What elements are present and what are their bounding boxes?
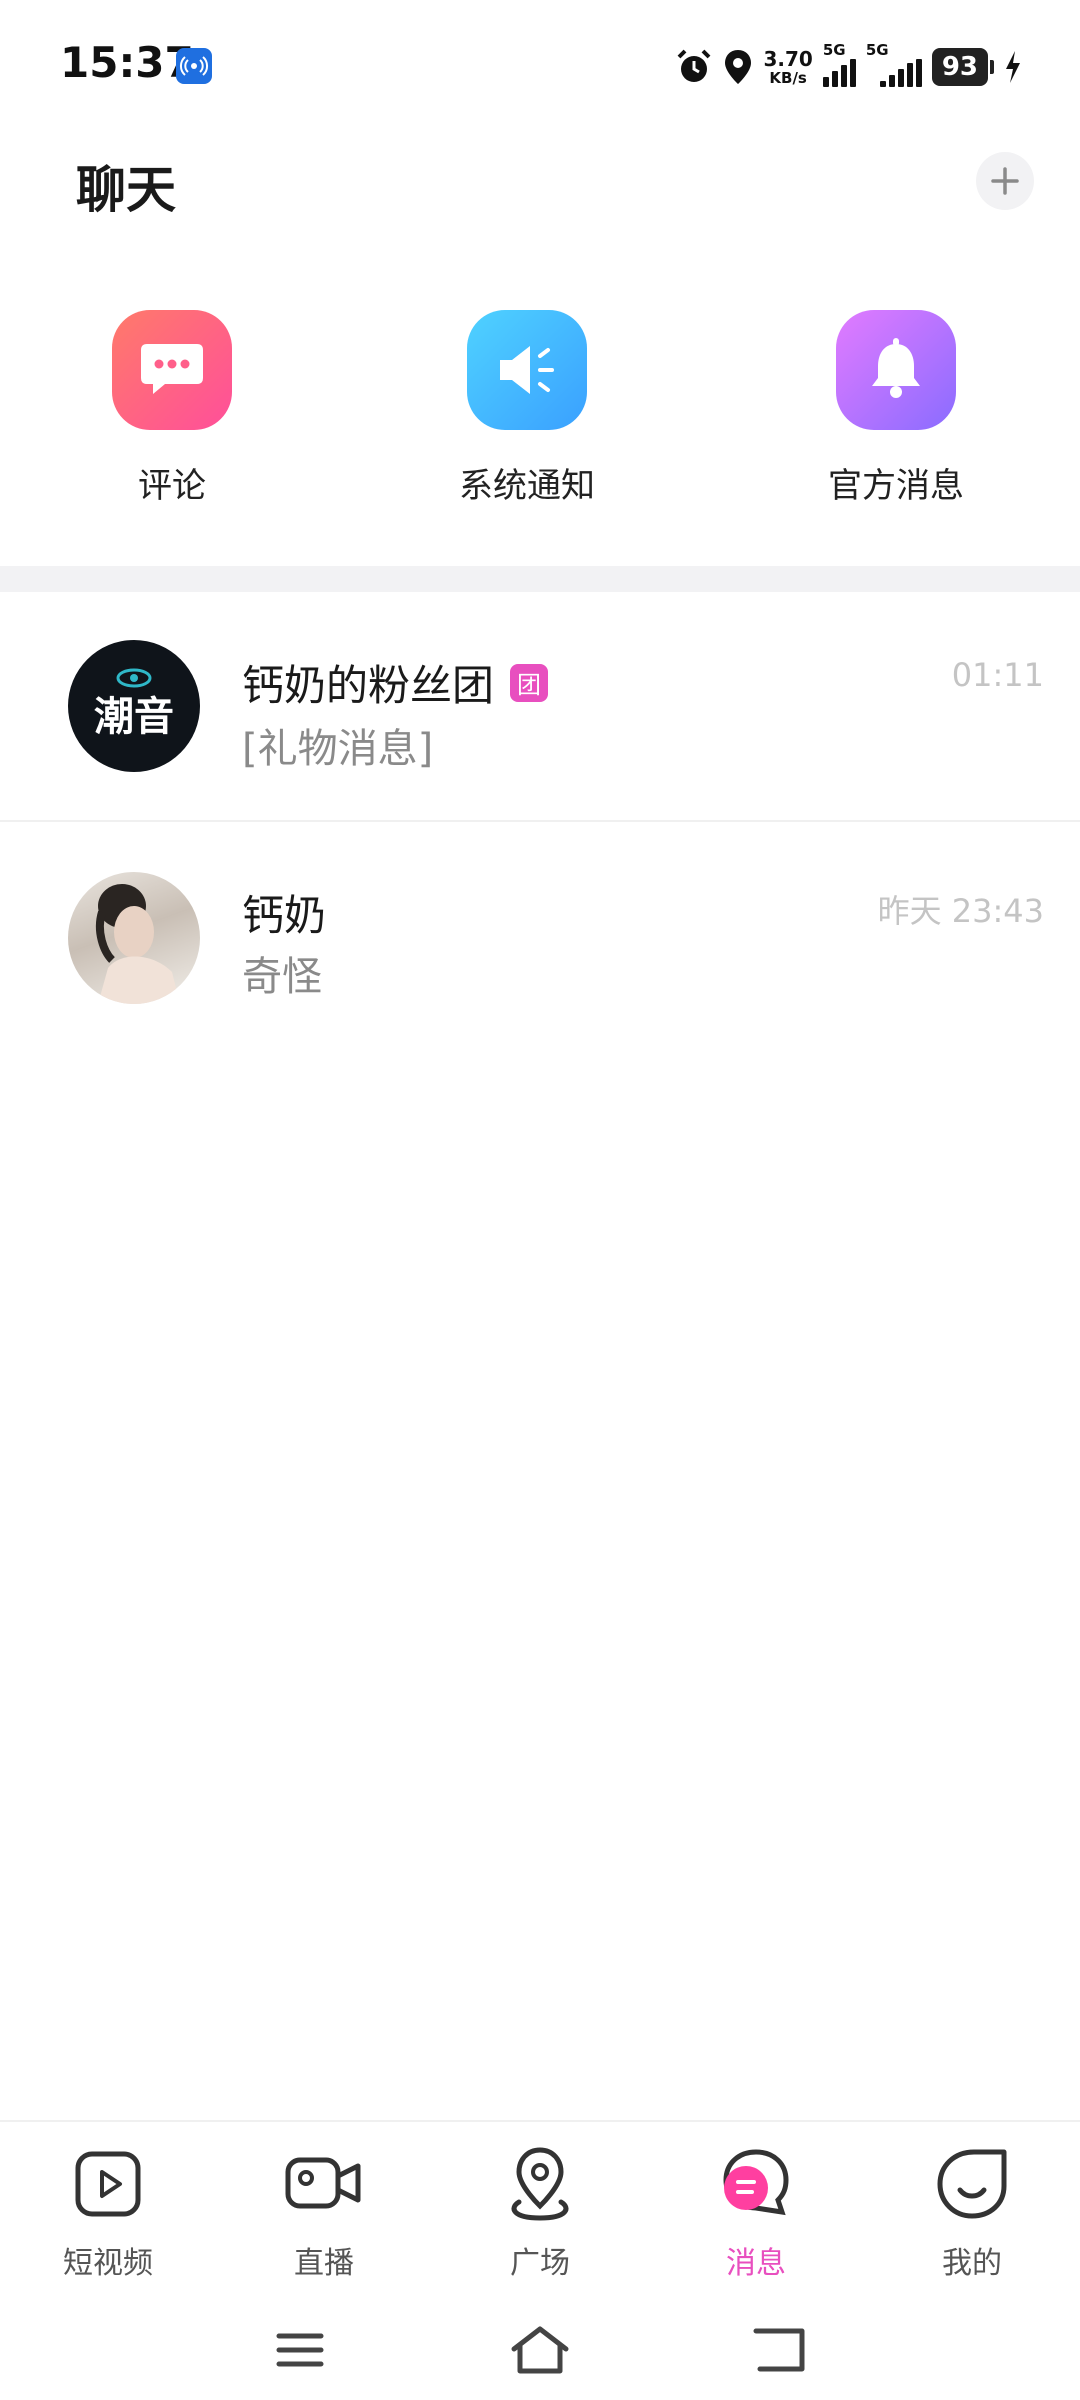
system-nav-bar [0, 2290, 1080, 2400]
status-indicators: 3.70 KB/s 5G 5G 93 [675, 41, 1022, 92]
sim2-label: 5G [865, 41, 889, 59]
chat-time: 01:11 [951, 656, 1044, 694]
tab-me[interactable]: 我的 [872, 2144, 1072, 2282]
signal-sim1-icon: 5G [822, 41, 856, 87]
comments-entry[interactable]: 评论 [52, 310, 292, 507]
bottom-tab-bar: 短视频 直播 广场 消息 我的 [0, 2120, 1080, 2282]
tab-square[interactable]: 广场 [440, 2144, 640, 2282]
bell-icon [836, 310, 956, 430]
menu-button[interactable] [260, 2310, 340, 2390]
tab-label: 广场 [510, 2246, 570, 2281]
message-bubble-icon [716, 2144, 796, 2224]
smile-face-icon [932, 2144, 1012, 2224]
tab-label: 直播 [294, 2246, 354, 2281]
home-button[interactable] [500, 2310, 580, 2390]
user-photo-icon [95, 884, 180, 1004]
avatar: 潮音 [68, 640, 200, 772]
plus-icon [991, 167, 1019, 195]
official-message-entry[interactable]: 官方消息 [776, 310, 1016, 507]
status-time: 15:37 [60, 38, 194, 87]
chat-item-fan-group[interactable]: 潮音 钙奶的粉丝团 团 [礼物消息] 01:11 [0, 592, 1080, 822]
location-icon [723, 48, 753, 86]
chat-bubble-icon [112, 310, 232, 430]
tab-short-video[interactable]: 短视频 [8, 2144, 208, 2282]
page-title: 聊天 [76, 161, 176, 219]
video-camera-icon [284, 2144, 364, 2224]
tab-messages[interactable]: 消息 [656, 2144, 856, 2282]
eye-logo-icon [116, 668, 152, 688]
section-divider [0, 566, 1080, 592]
back-icon [753, 2328, 805, 2372]
avatar [68, 872, 200, 1004]
network-speed: 3.70 KB/s [763, 49, 812, 86]
alarm-icon [675, 48, 713, 86]
sim1-label: 5G [822, 41, 846, 59]
back-button[interactable] [740, 2310, 820, 2390]
chat-preview: 奇怪 [242, 954, 322, 1000]
add-button[interactable] [976, 152, 1034, 210]
system-notice-label: 系统通知 [459, 466, 595, 506]
chat-name: 钙奶 [242, 891, 327, 940]
avatar-logo-text: 潮音 [94, 694, 174, 740]
tab-label: 消息 [726, 2246, 786, 2281]
battery-icon: 93 [931, 48, 994, 86]
chat-time: 昨天 23:43 [877, 892, 1044, 930]
chat-preview: [礼物消息] [242, 726, 434, 772]
menu-icon [276, 2333, 324, 2367]
comments-label: 评论 [138, 466, 206, 506]
network-speed-unit: KB/s [769, 68, 807, 87]
official-message-label: 官方消息 [828, 466, 964, 506]
chat-name: 钙奶的粉丝团 [242, 661, 495, 710]
group-badge: 团 [510, 663, 549, 702]
battery-level: 93 [931, 48, 988, 86]
chat-item-user[interactable]: 钙奶 奇怪 昨天 23:43 [0, 822, 1080, 1052]
system-notice-entry[interactable]: 系统通知 [407, 310, 647, 507]
chat-name-row: 钙奶的粉丝团 团 [242, 652, 549, 713]
hotspot-icon [176, 48, 212, 84]
tab-label: 短视频 [63, 2246, 153, 2281]
tab-label: 我的 [942, 2246, 1002, 2281]
speaker-icon [467, 310, 587, 430]
signal-sim2-icon: 5G [866, 41, 922, 87]
home-icon [511, 2326, 569, 2374]
tab-live[interactable]: 直播 [224, 2144, 424, 2282]
location-pin-icon [500, 2144, 580, 2224]
quick-entries: 评论 系统通知 官方消息 [0, 310, 1080, 530]
status-bar: 15:37 3.70 KB/s 5G 5G 93 [0, 0, 1080, 130]
charging-icon [1004, 50, 1022, 84]
network-speed-value: 3.70 [763, 46, 813, 71]
play-square-icon [68, 2144, 148, 2224]
